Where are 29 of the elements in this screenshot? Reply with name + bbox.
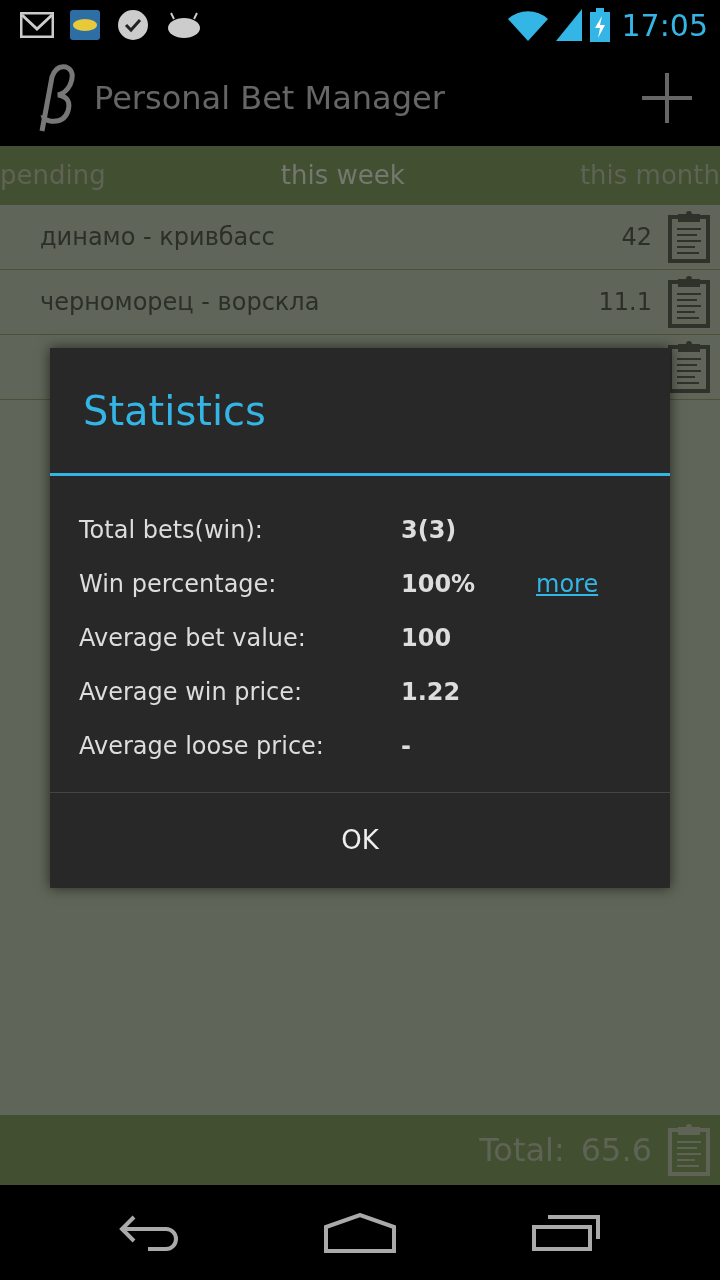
stat-label: Total bets(win): [79,515,264,546]
ok-button[interactable]: OK [50,792,670,888]
app-title: Personal Bet Manager [94,78,445,119]
stat-label: Win percentage: [79,569,278,600]
clipboard-icon [668,1124,710,1176]
battery-icon [589,8,610,42]
stat-value: 100% [401,569,477,600]
stat-label: Average bet value: [79,623,307,654]
stat-value: 3(3) [401,515,458,546]
stat-value: 100 [401,623,453,654]
stat-value: - [401,731,412,762]
mail-icon [20,12,54,38]
android-icon [166,12,202,38]
dialog-title: Statistics [83,386,266,436]
check-icon [116,9,150,41]
signal-icon [555,9,582,41]
more-link[interactable]: more [536,566,599,602]
wifi-icon [507,9,548,41]
plus-icon [642,73,692,123]
clipboard-icon [668,211,710,263]
status-time: 17:05 [621,6,708,45]
nav-home-button[interactable] [324,1212,396,1253]
home-icon [324,1212,396,1253]
tab[interactable]: this week [280,156,405,195]
clipboard-icon [668,276,710,328]
add-button[interactable] [642,73,692,123]
stat-label: Average win price: [79,677,304,708]
stat-label: Average loose price: [79,731,325,762]
stat-value: 1.22 [401,677,462,708]
